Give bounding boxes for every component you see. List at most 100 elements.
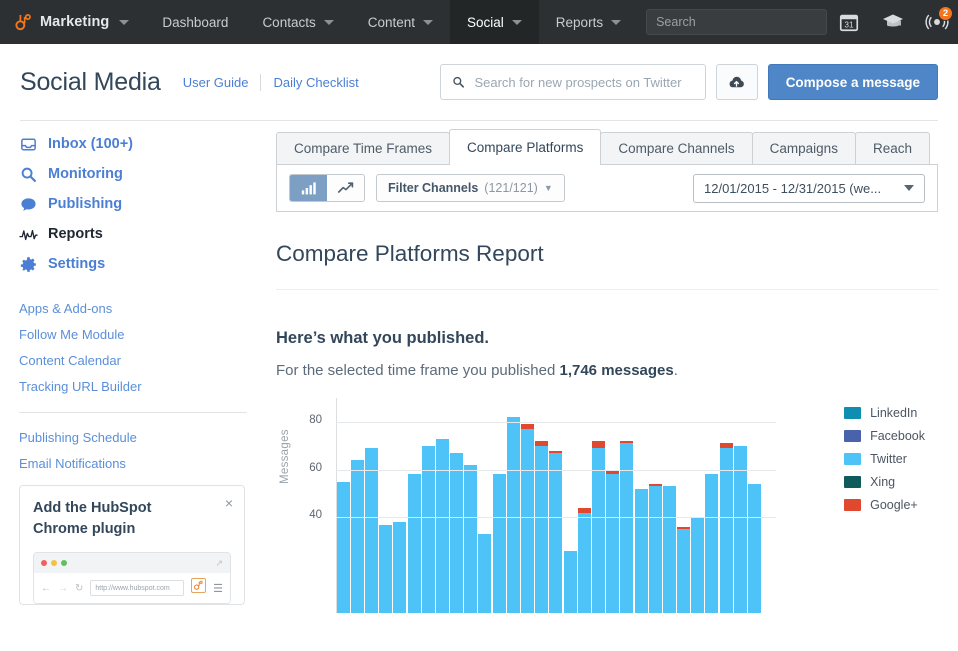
chart-bar-slot[interactable] — [662, 398, 676, 613]
chart-bar[interactable] — [677, 527, 691, 613]
close-icon[interactable]: × — [225, 495, 233, 511]
chart-bar-slot[interactable] — [634, 398, 648, 613]
chart-bar[interactable] — [379, 524, 393, 613]
chart-bar-slot[interactable] — [535, 398, 549, 613]
filter-channels-dropdown[interactable]: Filter Channels (121/121) ▼ — [376, 174, 565, 202]
tab-campaigns[interactable]: Campaigns — [751, 132, 856, 164]
legend-item[interactable]: Facebook — [844, 429, 925, 443]
chart-bar[interactable] — [435, 438, 449, 613]
legend-item[interactable]: Google+ — [844, 498, 925, 512]
chart-bar[interactable] — [691, 517, 705, 613]
chart-bar[interactable] — [549, 450, 563, 613]
tab-compare-channels[interactable]: Compare Channels — [600, 132, 753, 164]
user-guide-link[interactable]: User Guide — [183, 75, 249, 90]
chart-bar-slot[interactable] — [691, 398, 705, 613]
sidebar-item-settings[interactable]: Settings — [19, 249, 256, 279]
chart-bar-slot[interactable] — [492, 398, 506, 613]
chart-bar[interactable] — [521, 424, 535, 613]
nav-item-dashboard[interactable]: Dashboard — [145, 0, 245, 44]
prospect-search-box[interactable] — [439, 64, 706, 100]
graduation-cap-icon[interactable] — [871, 0, 915, 44]
chart-bar[interactable] — [748, 484, 762, 613]
chart-bar[interactable] — [364, 448, 378, 613]
chart-bar-slot[interactable] — [577, 398, 591, 613]
chart-bar[interactable] — [421, 445, 435, 613]
tab-compare-platforms[interactable]: Compare Platforms — [449, 129, 602, 165]
chart-bar[interactable] — [506, 417, 520, 613]
sidebar-link-apps-addons[interactable]: Apps & Add-ons — [19, 301, 256, 316]
chart-bar-slot[interactable] — [762, 398, 776, 613]
chart-bar[interactable] — [450, 452, 464, 613]
nav-item-content[interactable]: Content — [351, 0, 450, 44]
cloud-upload-button[interactable] — [715, 64, 758, 100]
legend-item[interactable]: LinkedIn — [844, 406, 925, 420]
date-range-dropdown[interactable]: 12/01/2015 - 12/31/2015 (we... — [693, 173, 925, 203]
chart-bar-slot[interactable] — [747, 398, 762, 613]
chart-bar[interactable] — [648, 484, 662, 613]
chart-bar-slot[interactable] — [421, 398, 435, 613]
chart-bar[interactable] — [606, 469, 620, 613]
chart-bar[interactable] — [478, 534, 492, 613]
sidebar-link-publishing-schedule[interactable]: Publishing Schedule — [19, 430, 256, 445]
chart-bar-slot[interactable] — [620, 398, 634, 613]
chart-bar-slot[interactable] — [520, 398, 535, 613]
chart-bar[interactable] — [705, 474, 719, 613]
chart-bar-slot[interactable] — [606, 398, 620, 613]
chart-bar-slot[interactable] — [506, 398, 520, 613]
line-chart-toggle-button[interactable] — [327, 175, 364, 201]
chart-bar-slot[interactable] — [393, 398, 407, 613]
chart-bar-slot[interactable] — [563, 398, 577, 613]
chart-bar-slot[interactable] — [450, 398, 464, 613]
tab-compare-time-frames[interactable]: Compare Time Frames — [276, 132, 451, 164]
legend-item[interactable]: Xing — [844, 475, 925, 489]
chart-bar[interactable] — [336, 481, 350, 613]
sidebar-item-inbox[interactable]: Inbox (100+) — [19, 129, 256, 159]
chart-bar-slot[interactable] — [435, 398, 449, 613]
sidebar-item-monitoring[interactable]: Monitoring — [19, 159, 256, 189]
chart-bar[interactable] — [733, 445, 747, 613]
prospect-search-input[interactable] — [472, 73, 694, 91]
sidebar-link-content-calendar[interactable]: Content Calendar — [19, 353, 256, 368]
sidebar-link-email-notifications[interactable]: Email Notifications — [19, 456, 256, 471]
chart-bar-slot[interactable] — [336, 398, 350, 613]
chart-bar[interactable] — [464, 464, 478, 613]
chart-bar[interactable] — [407, 474, 421, 613]
tab-reach[interactable]: Reach — [854, 132, 930, 164]
bar-chart-toggle-button[interactable] — [290, 175, 327, 201]
nav-item-reports[interactable]: Reports — [539, 0, 638, 44]
chart-bar-slot[interactable] — [478, 398, 492, 613]
chart-bar-slot[interactable] — [719, 398, 733, 613]
chart-bar[interactable] — [662, 486, 676, 613]
global-search-input[interactable] — [646, 9, 828, 35]
brand-marketing-menu[interactable]: Marketing — [0, 0, 145, 44]
legend-item[interactable]: Twitter — [844, 452, 925, 466]
sidebar-item-reports[interactable]: Reports — [19, 219, 256, 249]
chart-bar-slot[interactable] — [549, 398, 563, 613]
daily-checklist-link[interactable]: Daily Checklist — [273, 75, 358, 90]
chart-bar-slot[interactable] — [350, 398, 364, 613]
chart-bar-slot[interactable] — [648, 398, 662, 613]
chart-bar[interactable] — [535, 441, 549, 613]
chart-bar-slot[interactable] — [364, 398, 378, 613]
chart-bar[interactable] — [563, 550, 577, 613]
chart-bar[interactable] — [350, 460, 364, 613]
chart-bar-slot[interactable] — [733, 398, 747, 613]
chart-bar[interactable] — [577, 507, 591, 613]
sidebar-link-tracking-url-builder[interactable]: Tracking URL Builder — [19, 379, 256, 394]
chart-bar-slot[interactable] — [705, 398, 719, 613]
chart-bar[interactable] — [620, 441, 634, 613]
sidebar-item-publishing[interactable]: Publishing — [19, 189, 256, 219]
notifications-icon[interactable]: 2 — [915, 0, 958, 44]
nav-item-contacts[interactable]: Contacts — [245, 0, 350, 44]
sidebar-link-follow-me-module[interactable]: Follow Me Module — [19, 327, 256, 342]
chart-bar-slot[interactable] — [677, 398, 691, 613]
compose-message-button[interactable]: Compose a message — [767, 64, 938, 100]
chart-bar-slot[interactable] — [591, 398, 605, 613]
chart-bar[interactable] — [591, 441, 605, 613]
chart-bar[interactable] — [393, 522, 407, 613]
calendar-icon[interactable]: 31 — [827, 0, 871, 44]
chart-bar-slot[interactable] — [407, 398, 421, 613]
chart-bar[interactable] — [634, 488, 648, 613]
chart-bar[interactable] — [492, 474, 506, 613]
chart-bar-slot[interactable] — [464, 398, 478, 613]
